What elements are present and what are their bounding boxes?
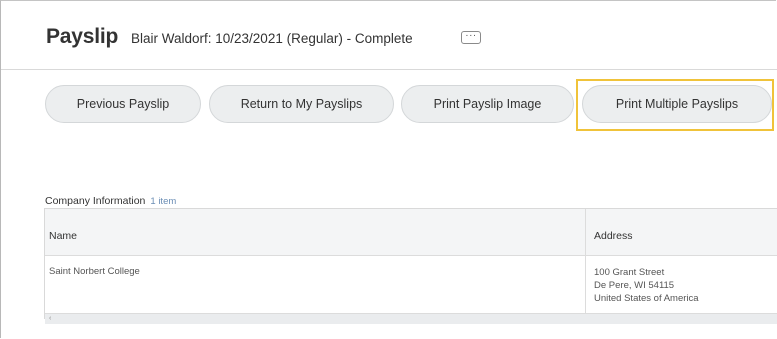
table-header-row: Name Address (45, 209, 777, 256)
page-subtitle: Blair Waldorf: 10/23/2021 (Regular) - Co… (131, 31, 413, 46)
page-header: Payslip Blair Waldorf: 10/23/2021 (Regul… (1, 1, 777, 70)
column-header-name[interactable]: Name (49, 230, 77, 242)
section-title-label: Company Information (45, 195, 146, 207)
cell-address-line-2: De Pere, WI 54115 (594, 280, 675, 291)
return-to-my-payslips-button[interactable]: Return to My Payslips (209, 85, 394, 123)
cell-address-line-3: United States of America (594, 293, 699, 304)
column-divider (585, 209, 586, 313)
company-information-heading: Company Information 1 item (45, 195, 176, 207)
page-title: Payslip (46, 25, 119, 48)
horizontal-scrollbar[interactable]: ‹ (45, 313, 777, 324)
previous-payslip-button[interactable]: Previous Payslip (45, 85, 201, 123)
column-header-address[interactable]: Address (594, 230, 633, 242)
cell-company-name: Saint Norbert College (49, 266, 140, 277)
more-actions-icon[interactable]: ··· (461, 31, 481, 44)
item-count[interactable]: 1 item (150, 196, 176, 207)
cell-address-line-1: 100 Grant Street (594, 267, 665, 278)
print-payslip-image-button[interactable]: Print Payslip Image (401, 85, 574, 123)
scroll-left-icon[interactable]: ‹ (49, 314, 51, 324)
company-information-table: Name Address Saint Norbert College 100 G… (44, 208, 777, 324)
highlight-box (576, 79, 774, 131)
